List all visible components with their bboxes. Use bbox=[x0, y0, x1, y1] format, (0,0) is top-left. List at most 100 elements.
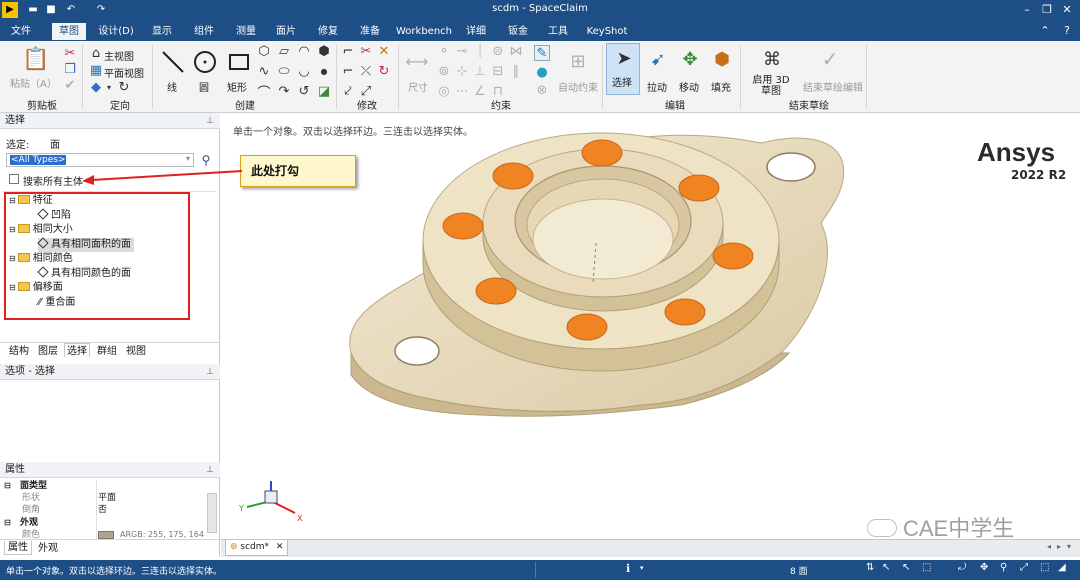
move-icon[interactable]: ✥ bbox=[678, 47, 702, 71]
dimension-button[interactable]: 尺寸 bbox=[408, 79, 428, 94]
fillet-icon[interactable]: ⌐ bbox=[342, 44, 354, 59]
pull-button[interactable]: 拉动 bbox=[647, 79, 667, 94]
plane-view-button[interactable]: 平面视图 bbox=[104, 65, 144, 80]
bend-icon[interactable]: ↻ bbox=[378, 64, 390, 79]
coincident-icon[interactable]: ⊸ bbox=[456, 44, 468, 59]
fix-icon[interactable]: ⚬ bbox=[438, 44, 450, 59]
concentric-icon[interactable]: ◎ bbox=[438, 84, 450, 99]
vertical-icon[interactable]: ⏐ bbox=[474, 44, 486, 59]
circle-icon[interactable] bbox=[192, 49, 218, 75]
tab-sheetmetal[interactable]: 钣金 bbox=[504, 23, 532, 40]
close-tab-icon[interactable]: ✕ bbox=[276, 542, 284, 552]
view-options-icon[interactable]: ◢ bbox=[1058, 562, 1066, 573]
pin-icon[interactable]: ⊥ bbox=[206, 364, 214, 380]
tangent-rect-icon[interactable]: ▱ bbox=[278, 44, 290, 59]
extend-icon[interactable]: ⤢ bbox=[360, 84, 372, 99]
ellipse-icon[interactable]: ⬭ bbox=[278, 64, 290, 79]
enable-3d-sketch-button[interactable]: 启用 3D 草图 bbox=[746, 75, 796, 97]
pointer-icon[interactable]: ↖ bbox=[902, 562, 910, 573]
move-button[interactable]: 移动 bbox=[679, 79, 699, 94]
project-icon[interactable]: ⤦ bbox=[342, 84, 354, 99]
tab-workbench[interactable]: Workbench bbox=[396, 23, 452, 40]
tab-select[interactable]: 选择 bbox=[64, 343, 90, 357]
horizontal-icon[interactable]: ⊟ bbox=[492, 64, 504, 79]
corner-icon[interactable]: ✕ bbox=[378, 44, 390, 59]
zoom-extents-icon[interactable]: ⤢ bbox=[1020, 562, 1028, 573]
tab-design[interactable]: 设计(D) bbox=[94, 23, 138, 40]
tab-scroll-left-icon[interactable]: ◂ bbox=[1047, 542, 1051, 551]
finish-sketch-edit-button[interactable]: 结束草绘编辑 bbox=[803, 79, 863, 94]
chevron-down-icon[interactable]: ▾ bbox=[640, 564, 644, 572]
tab-scroll-right-icon[interactable]: ▸ bbox=[1057, 542, 1061, 551]
rotate-icon[interactable]: ↻ bbox=[118, 80, 130, 95]
tab-views[interactable]: 视图 bbox=[126, 345, 146, 359]
tab-assembly[interactable]: 组件 bbox=[190, 23, 218, 40]
pan-icon[interactable]: ✥ bbox=[980, 562, 988, 573]
cut-icon[interactable]: ✂ bbox=[64, 46, 76, 61]
rectangle-button[interactable]: 矩形 bbox=[227, 79, 247, 94]
copy-icon[interactable]: ❐ bbox=[64, 62, 76, 77]
dimension-icon[interactable]: ⟷ bbox=[404, 51, 430, 71]
offset-icon[interactable]: ⌐ bbox=[342, 64, 354, 79]
pin-icon[interactable]: ⊥ bbox=[206, 113, 214, 129]
circle-button[interactable]: 圆 bbox=[199, 79, 209, 94]
tab-facets[interactable]: 面片 bbox=[272, 23, 300, 40]
plane-view-icon[interactable]: ▦ bbox=[90, 63, 102, 78]
sweep-arc-icon[interactable]: ↷ bbox=[278, 84, 290, 99]
polygon2-icon[interactable]: ⬢ bbox=[318, 44, 330, 59]
auto-constraint-icon[interactable]: ⊞ bbox=[566, 49, 590, 73]
point-arc-icon[interactable]: ◡ bbox=[298, 64, 310, 79]
midpoint-icon[interactable]: ⊹ bbox=[456, 64, 468, 79]
tab-file[interactable]: 文件 bbox=[6, 23, 36, 40]
line-icon[interactable] bbox=[160, 49, 186, 75]
equal-icon[interactable]: ⊜ bbox=[492, 44, 504, 59]
tab-properties[interactable]: 属性 bbox=[4, 541, 32, 555]
snap-icon[interactable]: ⇅ bbox=[866, 562, 874, 573]
trim-icon[interactable]: ✂ bbox=[360, 44, 372, 59]
rotate-view-icon[interactable]: ⤾ bbox=[958, 562, 966, 573]
home-icon[interactable]: ⌂ bbox=[90, 46, 102, 61]
tab-tools[interactable]: 工具 bbox=[544, 23, 572, 40]
minimize-icon[interactable]: – bbox=[1018, 2, 1036, 18]
tab-detail[interactable]: 详细 bbox=[462, 23, 490, 40]
box-select-icon[interactable]: ⬚ bbox=[922, 562, 931, 573]
arc-icon[interactable]: ◠ bbox=[298, 44, 310, 59]
fill-button[interactable]: 填充 bbox=[711, 79, 731, 94]
auto-constraint-button[interactable]: 自动约束 bbox=[558, 79, 598, 94]
tab-repair[interactable]: 修复 bbox=[314, 23, 342, 40]
restore-icon[interactable]: ❐ bbox=[1038, 2, 1056, 18]
spline-icon[interactable]: ∿ bbox=[258, 64, 270, 79]
prop-row[interactable]: 倒角 否 bbox=[0, 504, 210, 516]
perpendicular-icon[interactable]: ⊥ bbox=[474, 64, 486, 79]
tangent-icon[interactable]: ⊚ bbox=[438, 64, 450, 79]
fill-icon[interactable]: ⬢ bbox=[710, 47, 734, 71]
tab-keyshot[interactable]: KeyShot bbox=[586, 23, 628, 40]
line-button[interactable]: 线 bbox=[167, 79, 177, 94]
tab-appearance[interactable]: 外观 bbox=[38, 542, 58, 556]
prop-row[interactable]: 颜色 ARGB: 255, 175, 164 bbox=[0, 529, 210, 539]
tab-display[interactable]: 显示 bbox=[148, 23, 176, 40]
select-mode-icon[interactable]: ↖ bbox=[882, 562, 890, 573]
curve-icon[interactable]: ⌒ bbox=[258, 85, 271, 101]
collapse-ribbon-icon[interactable]: ⌃ bbox=[1036, 23, 1054, 39]
show-dim-icon[interactable]: ● bbox=[534, 65, 550, 80]
split-icon[interactable]: ⤫ bbox=[360, 64, 372, 79]
pull-icon[interactable]: ➹ bbox=[646, 47, 670, 71]
polygon-icon[interactable]: ⬡ bbox=[258, 44, 270, 59]
format-painter-icon[interactable]: ✔ bbox=[64, 78, 76, 93]
tab-measure[interactable]: 测量 bbox=[232, 23, 260, 40]
home-view-button[interactable]: 主视图 bbox=[104, 48, 134, 63]
rectangle-icon[interactable] bbox=[226, 49, 252, 75]
tab-list-icon[interactable]: ▾ bbox=[1067, 542, 1071, 551]
parallel-icon[interactable]: ∥ bbox=[510, 64, 522, 79]
tab-groups[interactable]: 群组 bbox=[97, 345, 117, 359]
symmetric-icon[interactable]: ⋈ bbox=[510, 44, 523, 59]
fit-icon[interactable]: ⬚ bbox=[1040, 562, 1049, 573]
help-icon[interactable]: ? bbox=[1058, 23, 1076, 39]
search-all-bodies-checkbox[interactable] bbox=[9, 174, 19, 184]
view-cube-icon[interactable]: ◆ bbox=[90, 80, 102, 95]
paste-button[interactable]: 粘贴（A） bbox=[10, 75, 57, 90]
select-button[interactable]: ➤ 选择 bbox=[606, 43, 640, 95]
zoom-icon[interactable]: ⚲ bbox=[1000, 562, 1007, 573]
collapse-icon[interactable]: ⊟ bbox=[4, 480, 11, 492]
